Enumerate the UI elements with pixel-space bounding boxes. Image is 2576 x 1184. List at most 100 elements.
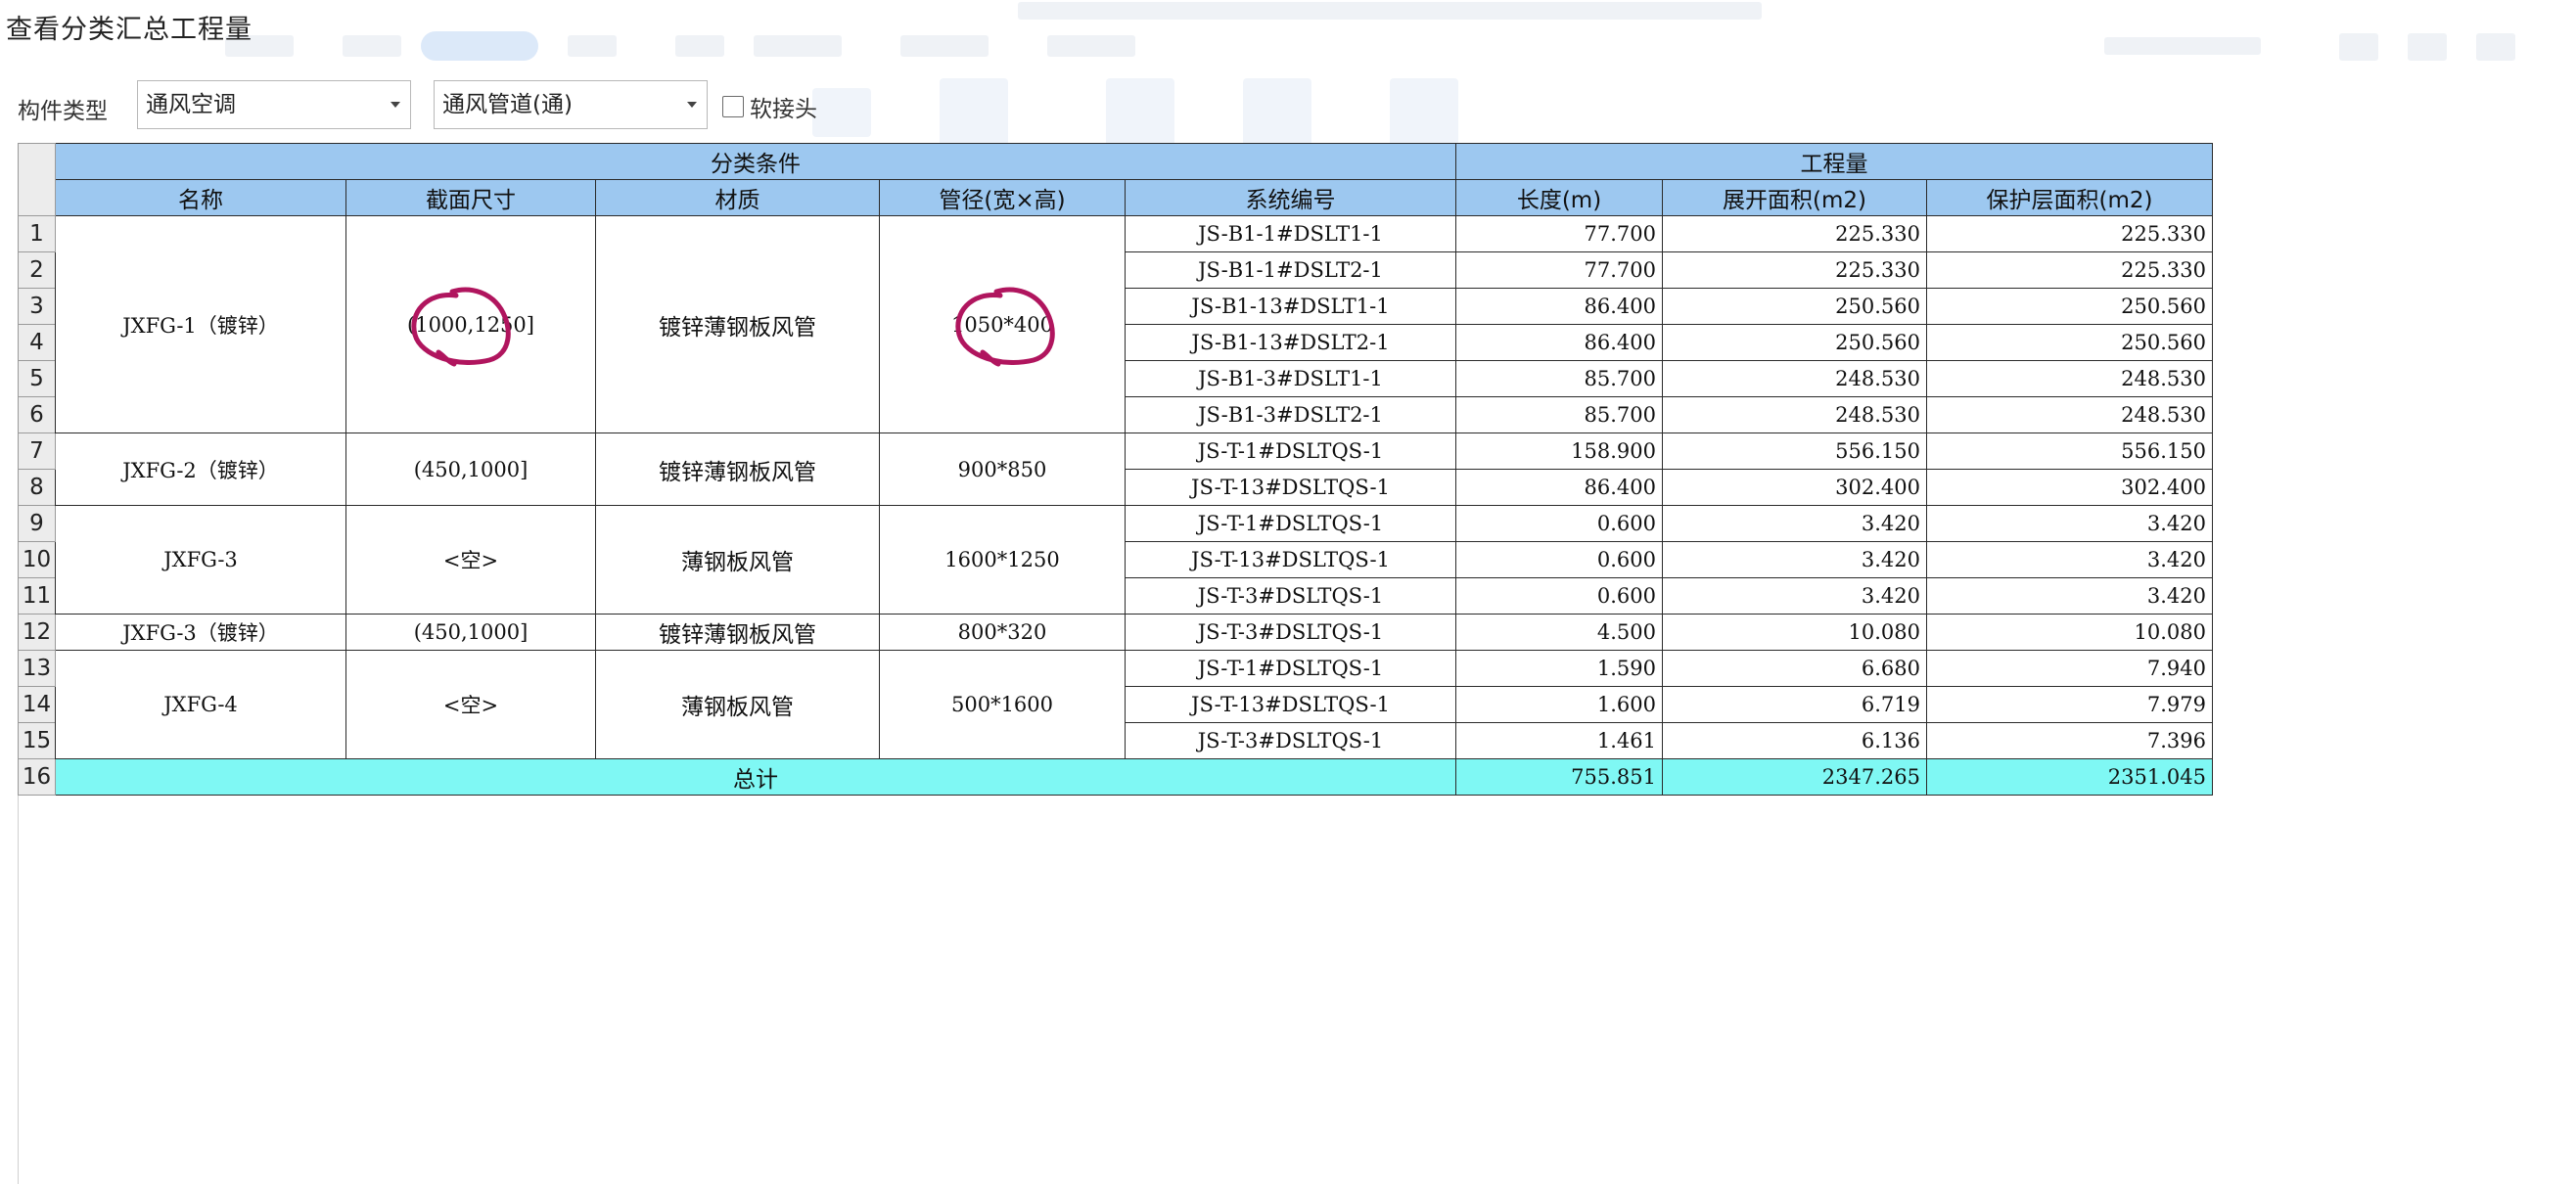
area-cell[interactable]: 6.719 xyxy=(1662,686,1927,723)
column-header[interactable]: 保护层面积(m2) xyxy=(1926,179,2213,216)
protect-area-cell[interactable]: 7.396 xyxy=(1926,722,2213,759)
area-cell[interactable]: 248.530 xyxy=(1662,360,1927,397)
section-cell[interactable]: (1000,1250] xyxy=(345,215,596,433)
protect-area-cell[interactable]: 10.080 xyxy=(1926,614,2213,651)
length-cell[interactable]: 86.400 xyxy=(1455,324,1663,361)
diameter-cell[interactable]: 900*850 xyxy=(879,433,1126,506)
length-cell[interactable]: 85.700 xyxy=(1455,396,1663,433)
material-cell[interactable]: 镀锌薄钢板风管 xyxy=(595,614,880,651)
area-cell[interactable]: 6.680 xyxy=(1662,650,1927,687)
area-cell[interactable]: 3.420 xyxy=(1662,541,1927,578)
category-select[interactable]: 通风空调 xyxy=(137,80,411,129)
row-number[interactable]: 2 xyxy=(18,251,56,289)
length-cell[interactable]: 77.700 xyxy=(1455,215,1663,252)
length-cell[interactable]: 0.600 xyxy=(1455,577,1663,615)
name-cell[interactable]: JXFG-3 xyxy=(55,505,346,615)
diameter-cell[interactable]: 1050*400 xyxy=(879,215,1126,433)
system-code-cell[interactable]: JS-B1-3#DSLT1-1 xyxy=(1125,360,1456,397)
protect-area-cell[interactable]: 3.420 xyxy=(1926,541,2213,578)
area-cell[interactable]: 10.080 xyxy=(1662,614,1927,651)
subtype-select[interactable]: 通风管道(通) xyxy=(434,80,708,129)
area-cell[interactable]: 556.150 xyxy=(1662,433,1927,470)
length-cell[interactable]: 86.400 xyxy=(1455,469,1663,506)
area-cell[interactable]: 6.136 xyxy=(1662,722,1927,759)
system-code-cell[interactable]: JS-B1-1#DSLT1-1 xyxy=(1125,215,1456,252)
diameter-cell[interactable]: 800*320 xyxy=(879,614,1126,651)
column-header[interactable]: 截面尺寸 xyxy=(345,179,596,216)
system-code-cell[interactable]: JS-T-1#DSLTQS-1 xyxy=(1125,505,1456,542)
row-number[interactable]: 4 xyxy=(18,324,56,361)
diameter-cell[interactable]: 1600*1250 xyxy=(879,505,1126,615)
row-number[interactable]: 13 xyxy=(18,650,56,687)
total-area[interactable]: 2347.265 xyxy=(1662,758,1927,796)
system-code-cell[interactable]: JS-T-13#DSLTQS-1 xyxy=(1125,469,1456,506)
length-cell[interactable]: 1.600 xyxy=(1455,686,1663,723)
length-cell[interactable]: 4.500 xyxy=(1455,614,1663,651)
row-number[interactable]: 6 xyxy=(18,396,56,433)
system-code-cell[interactable]: JS-T-3#DSLTQS-1 xyxy=(1125,577,1456,615)
protect-area-cell[interactable]: 556.150 xyxy=(1926,433,2213,470)
row-number[interactable]: 15 xyxy=(18,722,56,759)
protect-area-cell[interactable]: 248.530 xyxy=(1926,396,2213,433)
area-cell[interactable]: 250.560 xyxy=(1662,288,1927,325)
column-header[interactable]: 长度(m) xyxy=(1455,179,1663,216)
system-code-cell[interactable]: JS-B1-13#DSLT1-1 xyxy=(1125,288,1456,325)
length-cell[interactable]: 77.700 xyxy=(1455,251,1663,289)
row-number[interactable]: 8 xyxy=(18,469,56,506)
system-code-cell[interactable]: JS-T-3#DSLTQS-1 xyxy=(1125,722,1456,759)
checkbox-box[interactable] xyxy=(722,96,744,117)
system-code-cell[interactable]: JS-B1-1#DSLT2-1 xyxy=(1125,251,1456,289)
area-cell[interactable]: 225.330 xyxy=(1662,251,1927,289)
protect-area-cell[interactable]: 3.420 xyxy=(1926,577,2213,615)
length-cell[interactable]: 85.700 xyxy=(1455,360,1663,397)
length-cell[interactable]: 1.461 xyxy=(1455,722,1663,759)
row-number[interactable]: 11 xyxy=(18,577,56,615)
area-cell[interactable]: 3.420 xyxy=(1662,577,1927,615)
total-protect-area[interactable]: 2351.045 xyxy=(1926,758,2213,796)
area-cell[interactable]: 250.560 xyxy=(1662,324,1927,361)
system-code-cell[interactable]: JS-B1-13#DSLT2-1 xyxy=(1125,324,1456,361)
row-number[interactable]: 10 xyxy=(18,541,56,578)
section-cell[interactable]: <空> xyxy=(345,650,596,759)
material-cell[interactable]: 薄钢板风管 xyxy=(595,505,880,615)
total-row[interactable]: 16 总计 755.851 2347.265 2351.045 xyxy=(18,758,2213,796)
length-cell[interactable]: 1.590 xyxy=(1455,650,1663,687)
length-cell[interactable]: 86.400 xyxy=(1455,288,1663,325)
area-cell[interactable]: 302.400 xyxy=(1662,469,1927,506)
length-cell[interactable]: 0.600 xyxy=(1455,505,1663,542)
section-cell[interactable]: <空> xyxy=(345,505,596,615)
protect-area-cell[interactable]: 225.330 xyxy=(1926,251,2213,289)
diameter-cell[interactable]: 500*1600 xyxy=(879,650,1126,759)
name-cell[interactable]: JXFG-3（镀锌） xyxy=(55,614,346,651)
system-code-cell[interactable]: JS-T-1#DSLTQS-1 xyxy=(1125,433,1456,470)
table-row[interactable]: 12 JXFG-3（镀锌） (450,1000] 镀锌薄钢板风管 800*320 JS-T… xyxy=(18,614,2213,651)
row-number[interactable]: 5 xyxy=(18,360,56,397)
row-number[interactable]: 7 xyxy=(18,433,56,470)
area-cell[interactable]: 225.330 xyxy=(1662,215,1927,252)
protect-area-cell[interactable]: 7.940 xyxy=(1926,650,2213,687)
table-row[interactable]: 9 JXFG-3 <空> 薄钢板风管 1600*1250 JS-T-1#DSLTQS-1 0… xyxy=(18,505,2213,615)
table-row[interactable]: 13 JXFG-4 <空> 薄钢板风管 500*1600 JS-T-1#DSLTQS-1 1… xyxy=(18,650,2213,759)
protect-area-cell[interactable]: 302.400 xyxy=(1926,469,2213,506)
system-code-cell[interactable]: JS-T-3#DSLTQS-1 xyxy=(1125,614,1456,651)
protect-area-cell[interactable]: 250.560 xyxy=(1926,324,2213,361)
section-cell[interactable]: (450,1000] xyxy=(345,614,596,651)
name-cell[interactable]: JXFG-1（镀锌） xyxy=(55,215,346,433)
protect-area-cell[interactable]: 3.420 xyxy=(1926,505,2213,542)
table-row[interactable]: 7 JXFG-2（镀锌） (450,1000] 镀锌薄钢板风管 900*850 JS-T-… xyxy=(18,433,2213,506)
material-cell[interactable]: 镀锌薄钢板风管 xyxy=(595,433,880,506)
protect-area-cell[interactable]: 7.979 xyxy=(1926,686,2213,723)
row-number[interactable]: 16 xyxy=(18,758,56,796)
system-code-cell[interactable]: JS-T-13#DSLTQS-1 xyxy=(1125,541,1456,578)
length-cell[interactable]: 158.900 xyxy=(1455,433,1663,470)
name-cell[interactable]: JXFG-4 xyxy=(55,650,346,759)
column-header[interactable]: 系统编号 xyxy=(1125,179,1456,216)
row-number[interactable]: 9 xyxy=(18,505,56,542)
table-row[interactable]: 1 JXFG-1（镀锌） (1000,1250] 镀锌薄钢板风管 1050*400 JS-… xyxy=(18,215,2213,433)
system-code-cell[interactable]: JS-T-1#DSLTQS-1 xyxy=(1125,650,1456,687)
soft-joint-checkbox[interactable]: 软接头 xyxy=(722,90,817,123)
row-number[interactable]: 12 xyxy=(18,614,56,651)
column-header[interactable]: 材质 xyxy=(595,179,880,216)
length-cell[interactable]: 0.600 xyxy=(1455,541,1663,578)
protect-area-cell[interactable]: 250.560 xyxy=(1926,288,2213,325)
